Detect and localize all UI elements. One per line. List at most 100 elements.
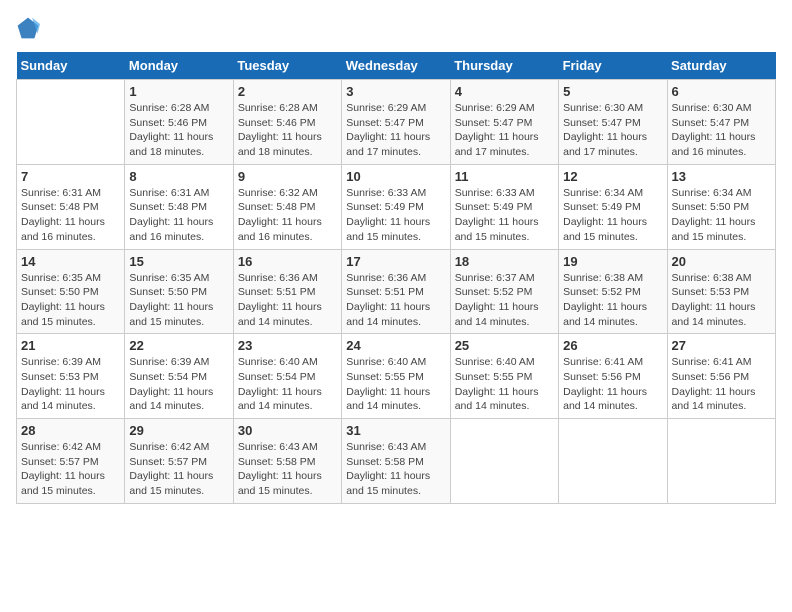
day-info: Sunrise: 6:32 AM Sunset: 5:48 PM Dayligh… xyxy=(238,186,337,245)
calendar-cell: 1 Sunrise: 6:28 AM Sunset: 5:46 PM Dayli… xyxy=(125,80,233,165)
day-number: 19 xyxy=(563,254,662,269)
calendar-cell: 20 Sunrise: 6:38 AM Sunset: 5:53 PM Dayl… xyxy=(667,249,775,334)
weekday-header-row: SundayMondayTuesdayWednesdayThursdayFrid… xyxy=(17,52,776,80)
calendar-cell: 4 Sunrise: 6:29 AM Sunset: 5:47 PM Dayli… xyxy=(450,80,558,165)
week-row-5: 28 Sunrise: 6:42 AM Sunset: 5:57 PM Dayl… xyxy=(17,419,776,504)
day-info: Sunrise: 6:37 AM Sunset: 5:52 PM Dayligh… xyxy=(455,271,554,330)
calendar-cell: 12 Sunrise: 6:34 AM Sunset: 5:49 PM Dayl… xyxy=(559,164,667,249)
calendar-cell: 18 Sunrise: 6:37 AM Sunset: 5:52 PM Dayl… xyxy=(450,249,558,334)
day-info: Sunrise: 6:40 AM Sunset: 5:55 PM Dayligh… xyxy=(455,355,554,414)
calendar-cell: 3 Sunrise: 6:29 AM Sunset: 5:47 PM Dayli… xyxy=(342,80,450,165)
day-info: Sunrise: 6:28 AM Sunset: 5:46 PM Dayligh… xyxy=(238,101,337,160)
day-number: 9 xyxy=(238,169,337,184)
weekday-header-friday: Friday xyxy=(559,52,667,80)
day-info: Sunrise: 6:39 AM Sunset: 5:54 PM Dayligh… xyxy=(129,355,228,414)
day-info: Sunrise: 6:40 AM Sunset: 5:54 PM Dayligh… xyxy=(238,355,337,414)
calendar-cell xyxy=(667,419,775,504)
calendar-cell: 15 Sunrise: 6:35 AM Sunset: 5:50 PM Dayl… xyxy=(125,249,233,334)
page-header xyxy=(16,16,776,40)
day-info: Sunrise: 6:29 AM Sunset: 5:47 PM Dayligh… xyxy=(455,101,554,160)
day-info: Sunrise: 6:38 AM Sunset: 5:52 PM Dayligh… xyxy=(563,271,662,330)
day-number: 1 xyxy=(129,84,228,99)
calendar-cell: 8 Sunrise: 6:31 AM Sunset: 5:48 PM Dayli… xyxy=(125,164,233,249)
calendar-cell: 6 Sunrise: 6:30 AM Sunset: 5:47 PM Dayli… xyxy=(667,80,775,165)
week-row-2: 7 Sunrise: 6:31 AM Sunset: 5:48 PM Dayli… xyxy=(17,164,776,249)
day-info: Sunrise: 6:33 AM Sunset: 5:49 PM Dayligh… xyxy=(346,186,445,245)
day-number: 31 xyxy=(346,423,445,438)
calendar-cell: 21 Sunrise: 6:39 AM Sunset: 5:53 PM Dayl… xyxy=(17,334,125,419)
calendar-cell: 25 Sunrise: 6:40 AM Sunset: 5:55 PM Dayl… xyxy=(450,334,558,419)
day-number: 29 xyxy=(129,423,228,438)
week-row-3: 14 Sunrise: 6:35 AM Sunset: 5:50 PM Dayl… xyxy=(17,249,776,334)
day-info: Sunrise: 6:28 AM Sunset: 5:46 PM Dayligh… xyxy=(129,101,228,160)
weekday-header-sunday: Sunday xyxy=(17,52,125,80)
day-info: Sunrise: 6:41 AM Sunset: 5:56 PM Dayligh… xyxy=(672,355,771,414)
day-number: 13 xyxy=(672,169,771,184)
day-number: 23 xyxy=(238,338,337,353)
calendar-cell: 31 Sunrise: 6:43 AM Sunset: 5:58 PM Dayl… xyxy=(342,419,450,504)
day-info: Sunrise: 6:30 AM Sunset: 5:47 PM Dayligh… xyxy=(672,101,771,160)
day-number: 24 xyxy=(346,338,445,353)
day-number: 11 xyxy=(455,169,554,184)
day-number: 3 xyxy=(346,84,445,99)
day-info: Sunrise: 6:42 AM Sunset: 5:57 PM Dayligh… xyxy=(129,440,228,499)
weekday-header-saturday: Saturday xyxy=(667,52,775,80)
day-info: Sunrise: 6:35 AM Sunset: 5:50 PM Dayligh… xyxy=(129,271,228,330)
calendar-cell: 29 Sunrise: 6:42 AM Sunset: 5:57 PM Dayl… xyxy=(125,419,233,504)
calendar-cell: 10 Sunrise: 6:33 AM Sunset: 5:49 PM Dayl… xyxy=(342,164,450,249)
day-number: 8 xyxy=(129,169,228,184)
day-info: Sunrise: 6:35 AM Sunset: 5:50 PM Dayligh… xyxy=(21,271,120,330)
day-number: 28 xyxy=(21,423,120,438)
day-info: Sunrise: 6:38 AM Sunset: 5:53 PM Dayligh… xyxy=(672,271,771,330)
day-info: Sunrise: 6:36 AM Sunset: 5:51 PM Dayligh… xyxy=(346,271,445,330)
calendar-table: SundayMondayTuesdayWednesdayThursdayFrid… xyxy=(16,52,776,504)
day-info: Sunrise: 6:34 AM Sunset: 5:50 PM Dayligh… xyxy=(672,186,771,245)
day-number: 2 xyxy=(238,84,337,99)
calendar-cell: 30 Sunrise: 6:43 AM Sunset: 5:58 PM Dayl… xyxy=(233,419,341,504)
day-number: 17 xyxy=(346,254,445,269)
calendar-cell: 16 Sunrise: 6:36 AM Sunset: 5:51 PM Dayl… xyxy=(233,249,341,334)
day-info: Sunrise: 6:31 AM Sunset: 5:48 PM Dayligh… xyxy=(21,186,120,245)
day-number: 22 xyxy=(129,338,228,353)
day-number: 4 xyxy=(455,84,554,99)
day-info: Sunrise: 6:30 AM Sunset: 5:47 PM Dayligh… xyxy=(563,101,662,160)
calendar-cell: 13 Sunrise: 6:34 AM Sunset: 5:50 PM Dayl… xyxy=(667,164,775,249)
logo xyxy=(16,16,44,40)
day-number: 16 xyxy=(238,254,337,269)
calendar-cell: 19 Sunrise: 6:38 AM Sunset: 5:52 PM Dayl… xyxy=(559,249,667,334)
calendar-cell: 28 Sunrise: 6:42 AM Sunset: 5:57 PM Dayl… xyxy=(17,419,125,504)
calendar-cell: 26 Sunrise: 6:41 AM Sunset: 5:56 PM Dayl… xyxy=(559,334,667,419)
day-number: 26 xyxy=(563,338,662,353)
day-number: 10 xyxy=(346,169,445,184)
calendar-cell: 17 Sunrise: 6:36 AM Sunset: 5:51 PM Dayl… xyxy=(342,249,450,334)
day-info: Sunrise: 6:41 AM Sunset: 5:56 PM Dayligh… xyxy=(563,355,662,414)
day-number: 25 xyxy=(455,338,554,353)
calendar-cell xyxy=(450,419,558,504)
calendar-cell xyxy=(559,419,667,504)
day-info: Sunrise: 6:36 AM Sunset: 5:51 PM Dayligh… xyxy=(238,271,337,330)
calendar-cell: 24 Sunrise: 6:40 AM Sunset: 5:55 PM Dayl… xyxy=(342,334,450,419)
day-number: 7 xyxy=(21,169,120,184)
day-info: Sunrise: 6:39 AM Sunset: 5:53 PM Dayligh… xyxy=(21,355,120,414)
day-info: Sunrise: 6:42 AM Sunset: 5:57 PM Dayligh… xyxy=(21,440,120,499)
calendar-cell: 9 Sunrise: 6:32 AM Sunset: 5:48 PM Dayli… xyxy=(233,164,341,249)
day-info: Sunrise: 6:43 AM Sunset: 5:58 PM Dayligh… xyxy=(238,440,337,499)
day-number: 15 xyxy=(129,254,228,269)
day-number: 18 xyxy=(455,254,554,269)
weekday-header-tuesday: Tuesday xyxy=(233,52,341,80)
calendar-cell: 11 Sunrise: 6:33 AM Sunset: 5:49 PM Dayl… xyxy=(450,164,558,249)
day-number: 12 xyxy=(563,169,662,184)
calendar-cell: 5 Sunrise: 6:30 AM Sunset: 5:47 PM Dayli… xyxy=(559,80,667,165)
calendar-cell xyxy=(17,80,125,165)
day-info: Sunrise: 6:29 AM Sunset: 5:47 PM Dayligh… xyxy=(346,101,445,160)
calendar-cell: 7 Sunrise: 6:31 AM Sunset: 5:48 PM Dayli… xyxy=(17,164,125,249)
calendar-cell: 14 Sunrise: 6:35 AM Sunset: 5:50 PM Dayl… xyxy=(17,249,125,334)
calendar-cell: 23 Sunrise: 6:40 AM Sunset: 5:54 PM Dayl… xyxy=(233,334,341,419)
day-number: 27 xyxy=(672,338,771,353)
day-number: 5 xyxy=(563,84,662,99)
weekday-header-thursday: Thursday xyxy=(450,52,558,80)
weekday-header-wednesday: Wednesday xyxy=(342,52,450,80)
week-row-4: 21 Sunrise: 6:39 AM Sunset: 5:53 PM Dayl… xyxy=(17,334,776,419)
day-number: 30 xyxy=(238,423,337,438)
logo-icon xyxy=(16,16,40,40)
